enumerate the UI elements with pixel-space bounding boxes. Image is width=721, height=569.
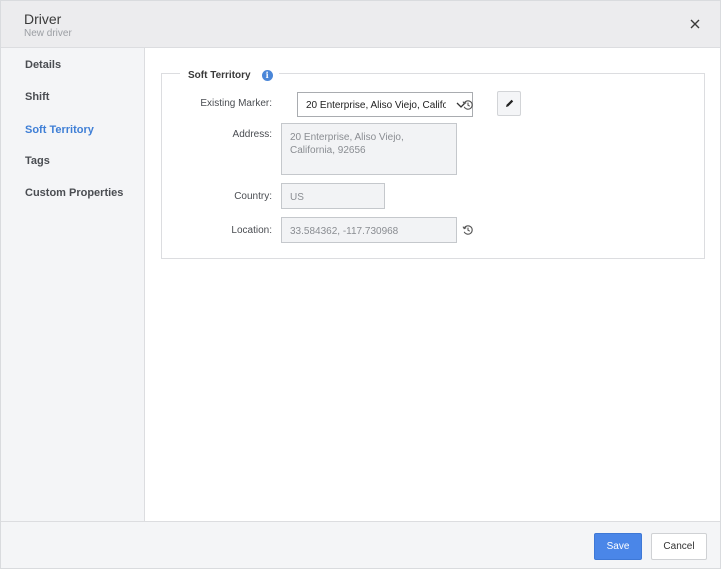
- close-icon: [690, 19, 700, 29]
- sidebar-item-details[interactable]: Details: [25, 59, 61, 71]
- close-button[interactable]: [687, 16, 703, 32]
- address-label: Address:: [232, 129, 272, 140]
- existing-marker-value: 20 Enterprise, Aliso Viejo, California: [306, 100, 446, 111]
- existing-marker-select[interactable]: 20 Enterprise, Aliso Viejo, California: [297, 92, 473, 117]
- existing-marker-label: Existing Marker:: [200, 98, 272, 109]
- sidebar-item-custom-properties[interactable]: Custom Properties: [25, 187, 123, 199]
- soft-territory-section: Soft Territory i Existing Marker: 20 Ent…: [161, 68, 705, 259]
- section-legend: Soft Territory i: [180, 68, 279, 82]
- location-label: Location:: [231, 225, 272, 236]
- location-history-icon[interactable]: [462, 224, 474, 236]
- edit-marker-button[interactable]: [497, 91, 521, 116]
- driver-dialog: Driver New driver Details Shift Soft Ter…: [0, 0, 721, 569]
- country-label: Country:: [234, 191, 272, 202]
- sidebar-item-soft-territory[interactable]: Soft Territory: [25, 124, 94, 136]
- dialog-subtitle: New driver: [24, 28, 72, 39]
- country-field[interactable]: US: [281, 183, 385, 209]
- dialog-title: Driver: [24, 11, 62, 27]
- address-field[interactable]: 20 Enterprise, Aliso Viejo, California, …: [281, 123, 457, 175]
- save-button[interactable]: Save: [594, 533, 642, 560]
- section-title: Soft Territory: [188, 69, 251, 81]
- pencil-icon: [506, 99, 514, 107]
- cancel-button[interactable]: Cancel: [651, 533, 707, 560]
- sidebar-item-tags[interactable]: Tags: [25, 155, 50, 167]
- dialog-footer: Save Cancel: [1, 521, 720, 568]
- dialog-header: Driver New driver: [1, 1, 720, 48]
- sidebar-item-shift[interactable]: Shift: [25, 91, 49, 103]
- main-content: Soft Territory i Existing Marker: 20 Ent…: [145, 48, 720, 521]
- location-field[interactable]: 33.584362, -117.730968: [281, 217, 457, 243]
- info-icon[interactable]: i: [261, 69, 273, 81]
- history-icon[interactable]: [462, 99, 474, 111]
- sidebar-nav: Details Shift Soft Territory Tags Custom…: [1, 48, 145, 521]
